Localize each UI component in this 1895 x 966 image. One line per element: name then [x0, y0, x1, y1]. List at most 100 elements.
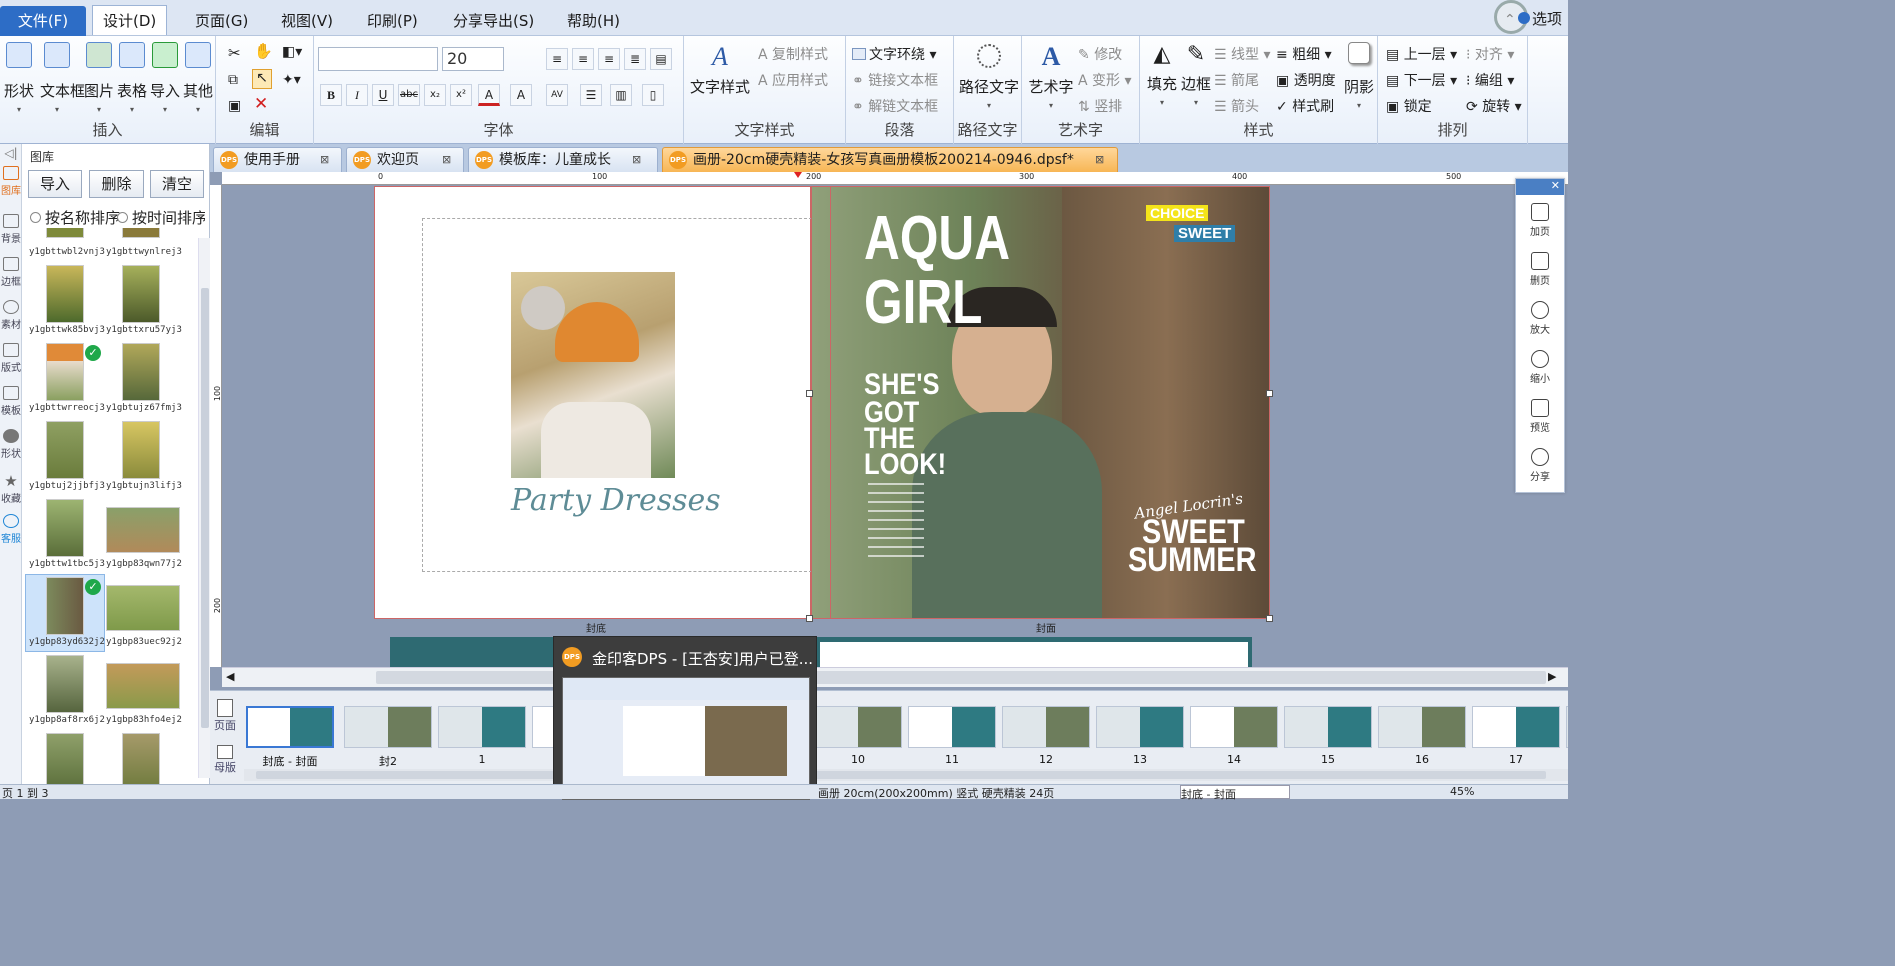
resize-handle[interactable]	[1266, 615, 1273, 622]
scroll-right-icon[interactable]: ▶	[1548, 670, 1556, 683]
image-button[interactable]: 图片 ▾	[82, 42, 116, 114]
strip-pages-tab[interactable]: 页面	[210, 699, 240, 733]
sort-by-time-radio[interactable]: 按时间排序	[117, 207, 205, 228]
canvas-hscrollbar[interactable]: ◀ ▶	[222, 667, 1568, 687]
front-cover-page[interactable]: AQUA GIRL SHE'S GOT THE LOOK! CHOICE SWE…	[811, 186, 1270, 619]
strip-scrollbar[interactable]	[244, 769, 1568, 781]
subscript-icon[interactable]: x₂	[424, 84, 446, 106]
page-thumbnail[interactable]	[1566, 706, 1568, 748]
page-thumbnail[interactable]	[814, 706, 902, 748]
rail-favorites[interactable]: ★ 收藏	[0, 472, 22, 505]
gallery-thumb[interactable]	[106, 507, 180, 553]
align-right-icon[interactable]: ≡	[598, 48, 620, 70]
line-spacing-icon[interactable]: ☰	[580, 84, 602, 106]
rail-gallery[interactable]: 图库	[0, 166, 22, 197]
gallery-thumb[interactable]	[122, 265, 160, 323]
group-button[interactable]: ⁝ 编组 ▾	[1466, 70, 1514, 90]
rail-support[interactable]: 客服	[0, 514, 22, 545]
strip-master-tab[interactable]: 母版	[210, 745, 240, 775]
border-button[interactable]: ✎ 边框 ▾	[1178, 42, 1214, 107]
copy-icon[interactable]: ⧉	[228, 72, 238, 88]
gallery-clear-button[interactable]: 清空	[150, 170, 204, 198]
unlink-textbox-button[interactable]: ⚭ 解链文本框	[852, 96, 938, 116]
gallery-thumb[interactable]	[122, 421, 160, 479]
gallery-import-button[interactable]: 导入	[28, 170, 82, 198]
options-link[interactable]: 选项	[1532, 8, 1562, 29]
scroll-left-icon[interactable]: ◀	[226, 670, 234, 683]
select-arrow-icon[interactable]: ↖	[252, 69, 272, 89]
page-thumbnail[interactable]	[1096, 706, 1184, 748]
close-icon[interactable]: ⊠	[442, 148, 451, 172]
art-modify-button[interactable]: ✎ 修改	[1078, 44, 1122, 64]
menu-view[interactable]: 视图(V)	[271, 6, 343, 36]
shadow-button[interactable]: 阴影 ▾	[1344, 42, 1374, 110]
apply-style-button[interactable]: A 应用样式	[758, 70, 828, 90]
import-button[interactable]: 导入 ▾	[148, 42, 182, 114]
align-button[interactable]: ⁝ 对齐 ▾	[1466, 44, 1514, 64]
rotate-button[interactable]: ⟳ 旋转 ▾	[1466, 96, 1522, 116]
gallery-thumb[interactable]	[122, 733, 160, 784]
style-brush-button[interactable]: ✓ 样式刷	[1276, 96, 1334, 116]
gallery-thumb[interactable]	[46, 577, 84, 635]
line-weight-button[interactable]: ≡ 粗细 ▾	[1276, 44, 1332, 64]
help-icon[interactable]: ⌃	[1504, 12, 1516, 28]
rail-layout[interactable]: 版式	[0, 343, 22, 374]
page-thumbnail[interactable]	[246, 706, 334, 748]
resize-handle[interactable]	[806, 390, 813, 397]
add-page-button[interactable]: 加页	[1516, 203, 1564, 238]
page-thumbnail[interactable]	[344, 706, 432, 748]
highlight-icon[interactable]: A	[510, 84, 532, 106]
rail-background[interactable]: 背景	[0, 214, 22, 245]
superscript-icon[interactable]: x²	[450, 84, 472, 106]
status-page-select[interactable]: 封底 - 封面	[1180, 785, 1290, 801]
close-icon[interactable]: ⊠	[632, 148, 641, 172]
text-frame-icon[interactable]: ▯	[642, 84, 664, 106]
link-textbox-button[interactable]: ⚭ 链接文本框	[852, 70, 938, 90]
opacity-button[interactable]: ▣ 透明度	[1276, 70, 1336, 90]
table-button[interactable]: 表格 ▾	[115, 42, 149, 114]
taskbar-preview[interactable]: DPS 金印客DPS - [王杏安]用户已登...	[553, 636, 817, 800]
rail-template[interactable]: 模板	[0, 386, 22, 417]
gallery-thumb[interactable]	[106, 663, 180, 709]
art-text-button[interactable]: A 艺术字 ▾	[1026, 42, 1076, 110]
rail-border[interactable]: 边框	[0, 257, 22, 288]
fill-button[interactable]: ◭ 填充 ▾	[1144, 42, 1180, 107]
gallery-thumb[interactable]	[122, 343, 160, 401]
gallery-thumb[interactable]	[106, 585, 180, 631]
columns-icon[interactable]: ▥	[610, 84, 632, 106]
menu-help[interactable]: 帮助(H)	[557, 6, 630, 36]
align-left-icon[interactable]: ≡	[546, 48, 568, 70]
menu-print[interactable]: 印刷(P)	[357, 6, 428, 36]
fill-bucket-icon[interactable]: ◧▾	[282, 44, 302, 60]
distribute-icon[interactable]: ▤	[650, 48, 672, 70]
align-center-icon[interactable]: ≡	[572, 48, 594, 70]
delete-page-button[interactable]: 删页	[1516, 252, 1564, 287]
gallery-thumb[interactable]	[46, 228, 84, 238]
font-family-select[interactable]	[318, 47, 438, 71]
gallery-thumb[interactable]	[122, 228, 160, 238]
menu-file[interactable]: 文件(F)	[0, 6, 86, 36]
close-icon[interactable]: ⊠	[1095, 148, 1104, 172]
underline-icon[interactable]: U	[372, 84, 394, 106]
scroll-thumb[interactable]	[201, 288, 209, 728]
rail-material[interactable]: 素材	[0, 300, 22, 331]
share-button[interactable]: 分享	[1516, 448, 1564, 483]
back-cover-page[interactable]: Party Dresses	[374, 186, 812, 619]
lock-button[interactable]: ▣ 锁定	[1386, 96, 1432, 116]
bring-forward-button[interactable]: ▤ 上一层 ▾	[1386, 44, 1457, 64]
italic-icon[interactable]: I	[346, 84, 368, 106]
zoom-in-button[interactable]: 放大	[1516, 301, 1564, 336]
page-thumbnail[interactable]	[1472, 706, 1560, 748]
bold-icon[interactable]: B	[320, 84, 342, 106]
magic-select-icon[interactable]: ✦▾	[282, 72, 301, 88]
zoom-out-button[interactable]: 缩小	[1516, 350, 1564, 385]
scroll-thumb[interactable]	[256, 771, 1546, 779]
tab-template-library[interactable]: DPS 模板库：儿童成长 ⊠	[468, 147, 658, 172]
page-thumbnail[interactable]	[908, 706, 996, 748]
arrow-head-button[interactable]: ☰ 箭头	[1214, 96, 1259, 116]
art-transform-button[interactable]: A 变形 ▾	[1078, 70, 1132, 90]
page-thumbnail[interactable]	[1190, 706, 1278, 748]
path-text-button[interactable]: 路径文字 ▾	[958, 42, 1020, 110]
resize-handle[interactable]	[1266, 390, 1273, 397]
gallery-thumb[interactable]	[46, 499, 84, 557]
